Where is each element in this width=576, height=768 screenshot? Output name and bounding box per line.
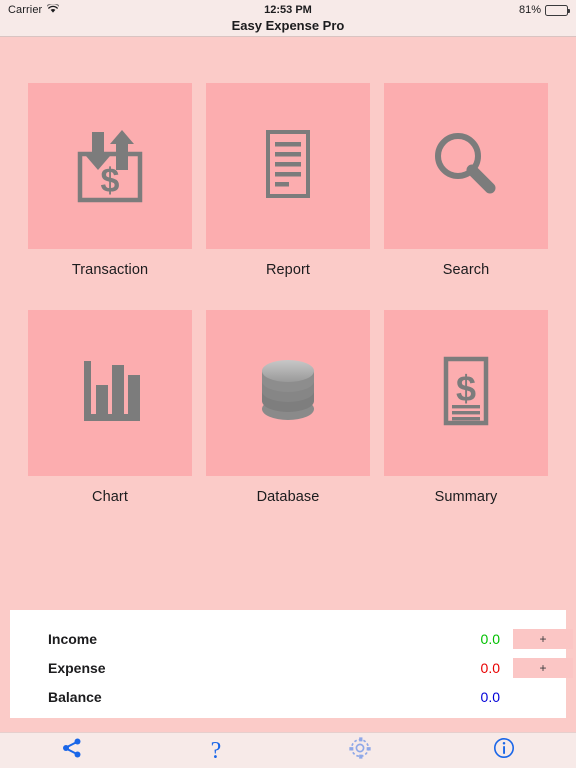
grid-item-transaction[interactable]: $ Transaction [28,83,192,278]
grid-item-label: Report [265,262,311,278]
document-lines-icon [242,118,334,215]
grid-item-summary[interactable]: $ Summary [384,310,548,505]
bar-chart-icon [64,345,156,442]
status-bar-right: 81% [518,4,570,16]
grid-item-label: Search [442,262,490,278]
main-content: $ Transaction Report Search Chart Databa… [0,37,576,768]
totals-row-expense: Expense 0.0 + [10,653,573,682]
totals-row-balance: Balance 0.0 [10,682,566,711]
gear-icon [348,736,372,765]
nav-bar: Easy Expense Pro [0,18,576,37]
status-bar-clock: 12:53 PM [264,4,312,16]
grid-item-chart[interactable]: Chart [28,310,192,505]
svg-text:$: $ [101,162,120,200]
document-dollar-icon: $ [420,345,512,442]
totals-row-income: Income 0.0 + [10,624,573,653]
expense-value: 0.0 [480,659,500,676]
bottom-toolbar: ? [0,732,576,768]
app-root: Carrier 12:53 PM 81% Easy Expense Pro $ … [0,0,576,768]
database-cylinder-icon [242,345,334,442]
page-title: Easy Expense Pro [231,18,345,33]
income-value: 0.0 [480,630,500,647]
status-bar-left: Carrier [8,2,60,17]
info-icon [493,737,515,764]
grid-item-search[interactable]: Search [384,83,548,278]
tile-search-box[interactable] [384,83,548,249]
toolbar-help-button[interactable]: ? [144,733,288,768]
tile-chart-box[interactable] [28,310,192,476]
toolbar-share-button[interactable] [0,733,144,768]
balance-value: 0.0 [480,688,500,705]
magnifier-icon [420,118,512,215]
battery-percent-label: 81% [518,4,541,16]
add-expense-button[interactable]: + [513,657,573,678]
tile-summary-box[interactable]: $ [384,310,548,476]
transaction-arrows-dollar-icon: $ [64,118,156,215]
grid-item-report[interactable]: Report [206,83,370,278]
grid-item-label: Chart [92,489,128,505]
grid-item-label: Transaction [71,262,149,278]
battery-icon [545,4,570,16]
tile-transaction-box[interactable]: $ [28,83,192,249]
tile-report-box[interactable] [206,83,370,249]
toolbar-settings-button[interactable] [288,733,432,768]
share-icon [61,737,83,764]
toolbar-info-button[interactable] [432,733,576,768]
menu-grid: $ Transaction Report Search Chart Databa… [28,83,548,505]
grid-item-database[interactable]: Database [206,310,370,505]
wifi-icon [46,2,60,17]
carrier-label: Carrier [8,4,43,16]
totals-panel: Income 0.0 + Expense 0.0 + Balance 0.0 [10,610,573,718]
svg-text:$: $ [456,368,476,409]
add-income-button[interactable]: + [513,628,573,649]
help-question-icon: ? [210,737,222,764]
tile-database-box[interactable] [206,310,370,476]
status-bar: Carrier 12:53 PM 81% [0,0,576,20]
grid-item-label: Database [256,489,320,505]
grid-item-label: Summary [434,489,498,505]
